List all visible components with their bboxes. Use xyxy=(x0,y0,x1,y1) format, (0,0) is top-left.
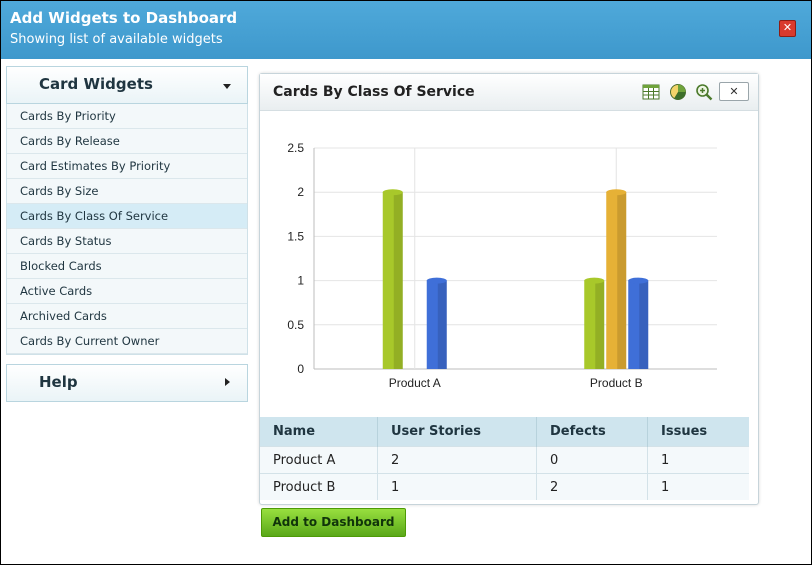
dialog-subtitle: Showing list of available widgets xyxy=(10,32,223,47)
table-cell: Product A xyxy=(260,446,378,474)
widget-item[interactable]: Cards By Release xyxy=(7,129,247,154)
class-of-service-chart: 0 0.5 1 1.5 2 2.5 Product A Product B xyxy=(287,141,717,390)
pie-chart-icon[interactable] xyxy=(669,83,687,101)
widget-preview-panel: Cards By Class Of Service ✕ 0 0.5 1 1.5 2 2.5… xyxy=(259,73,759,505)
widget-sidebar: Card Widgets Cards By Priority Cards By … xyxy=(6,66,248,402)
table-header-row: Name User Stories Defects Issues xyxy=(260,417,749,447)
chevron-down-icon xyxy=(223,84,231,89)
bar-top xyxy=(584,277,605,284)
widget-item[interactable]: Cards By Size xyxy=(7,179,247,204)
dialog-title: Add Widgets to Dashboard xyxy=(10,9,238,27)
chevron-right-icon xyxy=(225,378,230,386)
zoom-in-icon[interactable] xyxy=(695,83,713,101)
y-tick-label: 1 xyxy=(297,274,304,288)
widget-item[interactable]: Active Cards xyxy=(7,279,247,304)
add-to-dashboard-button[interactable]: Add to Dashboard xyxy=(261,508,406,537)
y-tick-label: 2 xyxy=(297,185,304,199)
column-header: User Stories xyxy=(377,417,537,447)
column-header: Defects xyxy=(536,417,648,447)
widget-item[interactable]: Cards By Status xyxy=(7,229,247,254)
table-cell: 2 xyxy=(377,446,537,474)
help-label: Help xyxy=(39,373,78,391)
column-header: Name xyxy=(260,417,378,447)
y-tick-label: 1.5 xyxy=(287,229,304,243)
column-header: Issues xyxy=(647,417,749,447)
panel-title: Cards By Class Of Service xyxy=(273,84,475,100)
bar-top xyxy=(426,277,447,284)
x-tick-label: Product A xyxy=(389,376,441,390)
widget-item[interactable]: Archived Cards xyxy=(7,304,247,329)
panel-header: Cards By Class Of Service ✕ xyxy=(260,74,758,111)
table-row: Product A 2 0 1 xyxy=(260,446,749,474)
y-tick-label: 2.5 xyxy=(287,141,304,155)
widget-item[interactable]: Cards By Current Owner xyxy=(7,329,247,354)
y-tick-label: 0.5 xyxy=(287,318,304,332)
table-cell: 1 xyxy=(647,473,749,500)
widget-item[interactable]: Card Estimates By Priority xyxy=(7,154,247,179)
bar-shade xyxy=(393,192,403,369)
widget-item[interactable]: Blocked Cards xyxy=(7,254,247,279)
bar-shade xyxy=(595,280,605,369)
y-tick-label: 0 xyxy=(297,362,304,376)
dialog-header: Add Widgets to Dashboard Showing list of… xyxy=(1,1,811,59)
table-cell: Product B xyxy=(260,473,378,500)
table-cell: 2 xyxy=(536,473,648,500)
bar-top xyxy=(606,189,627,196)
widget-list: Cards By Priority Cards By Release Card … xyxy=(6,104,248,355)
widget-item[interactable]: Cards By Priority xyxy=(7,104,247,129)
table-cell: 0 xyxy=(536,446,648,474)
bar-shade xyxy=(639,280,649,369)
bar-shade xyxy=(437,280,447,369)
table-row: Product B 1 2 1 xyxy=(260,473,749,500)
close-icon[interactable]: ✕ xyxy=(779,20,796,37)
bar-shade xyxy=(617,192,627,369)
x-tick-label: Product B xyxy=(590,376,643,390)
close-icon[interactable]: ✕ xyxy=(719,82,749,101)
help-header[interactable]: Help xyxy=(6,364,248,402)
data-table: Name User Stories Defects Issues Product… xyxy=(260,417,749,500)
card-widgets-header[interactable]: Card Widgets xyxy=(6,66,248,104)
bar-top xyxy=(382,189,403,196)
table-view-icon[interactable] xyxy=(642,83,660,101)
widget-item-selected[interactable]: Cards By Class Of Service xyxy=(7,204,247,229)
bar-top xyxy=(628,277,649,284)
table-cell: 1 xyxy=(377,473,537,500)
card-widgets-label: Card Widgets xyxy=(39,75,153,93)
table-cell: 1 xyxy=(647,446,749,474)
